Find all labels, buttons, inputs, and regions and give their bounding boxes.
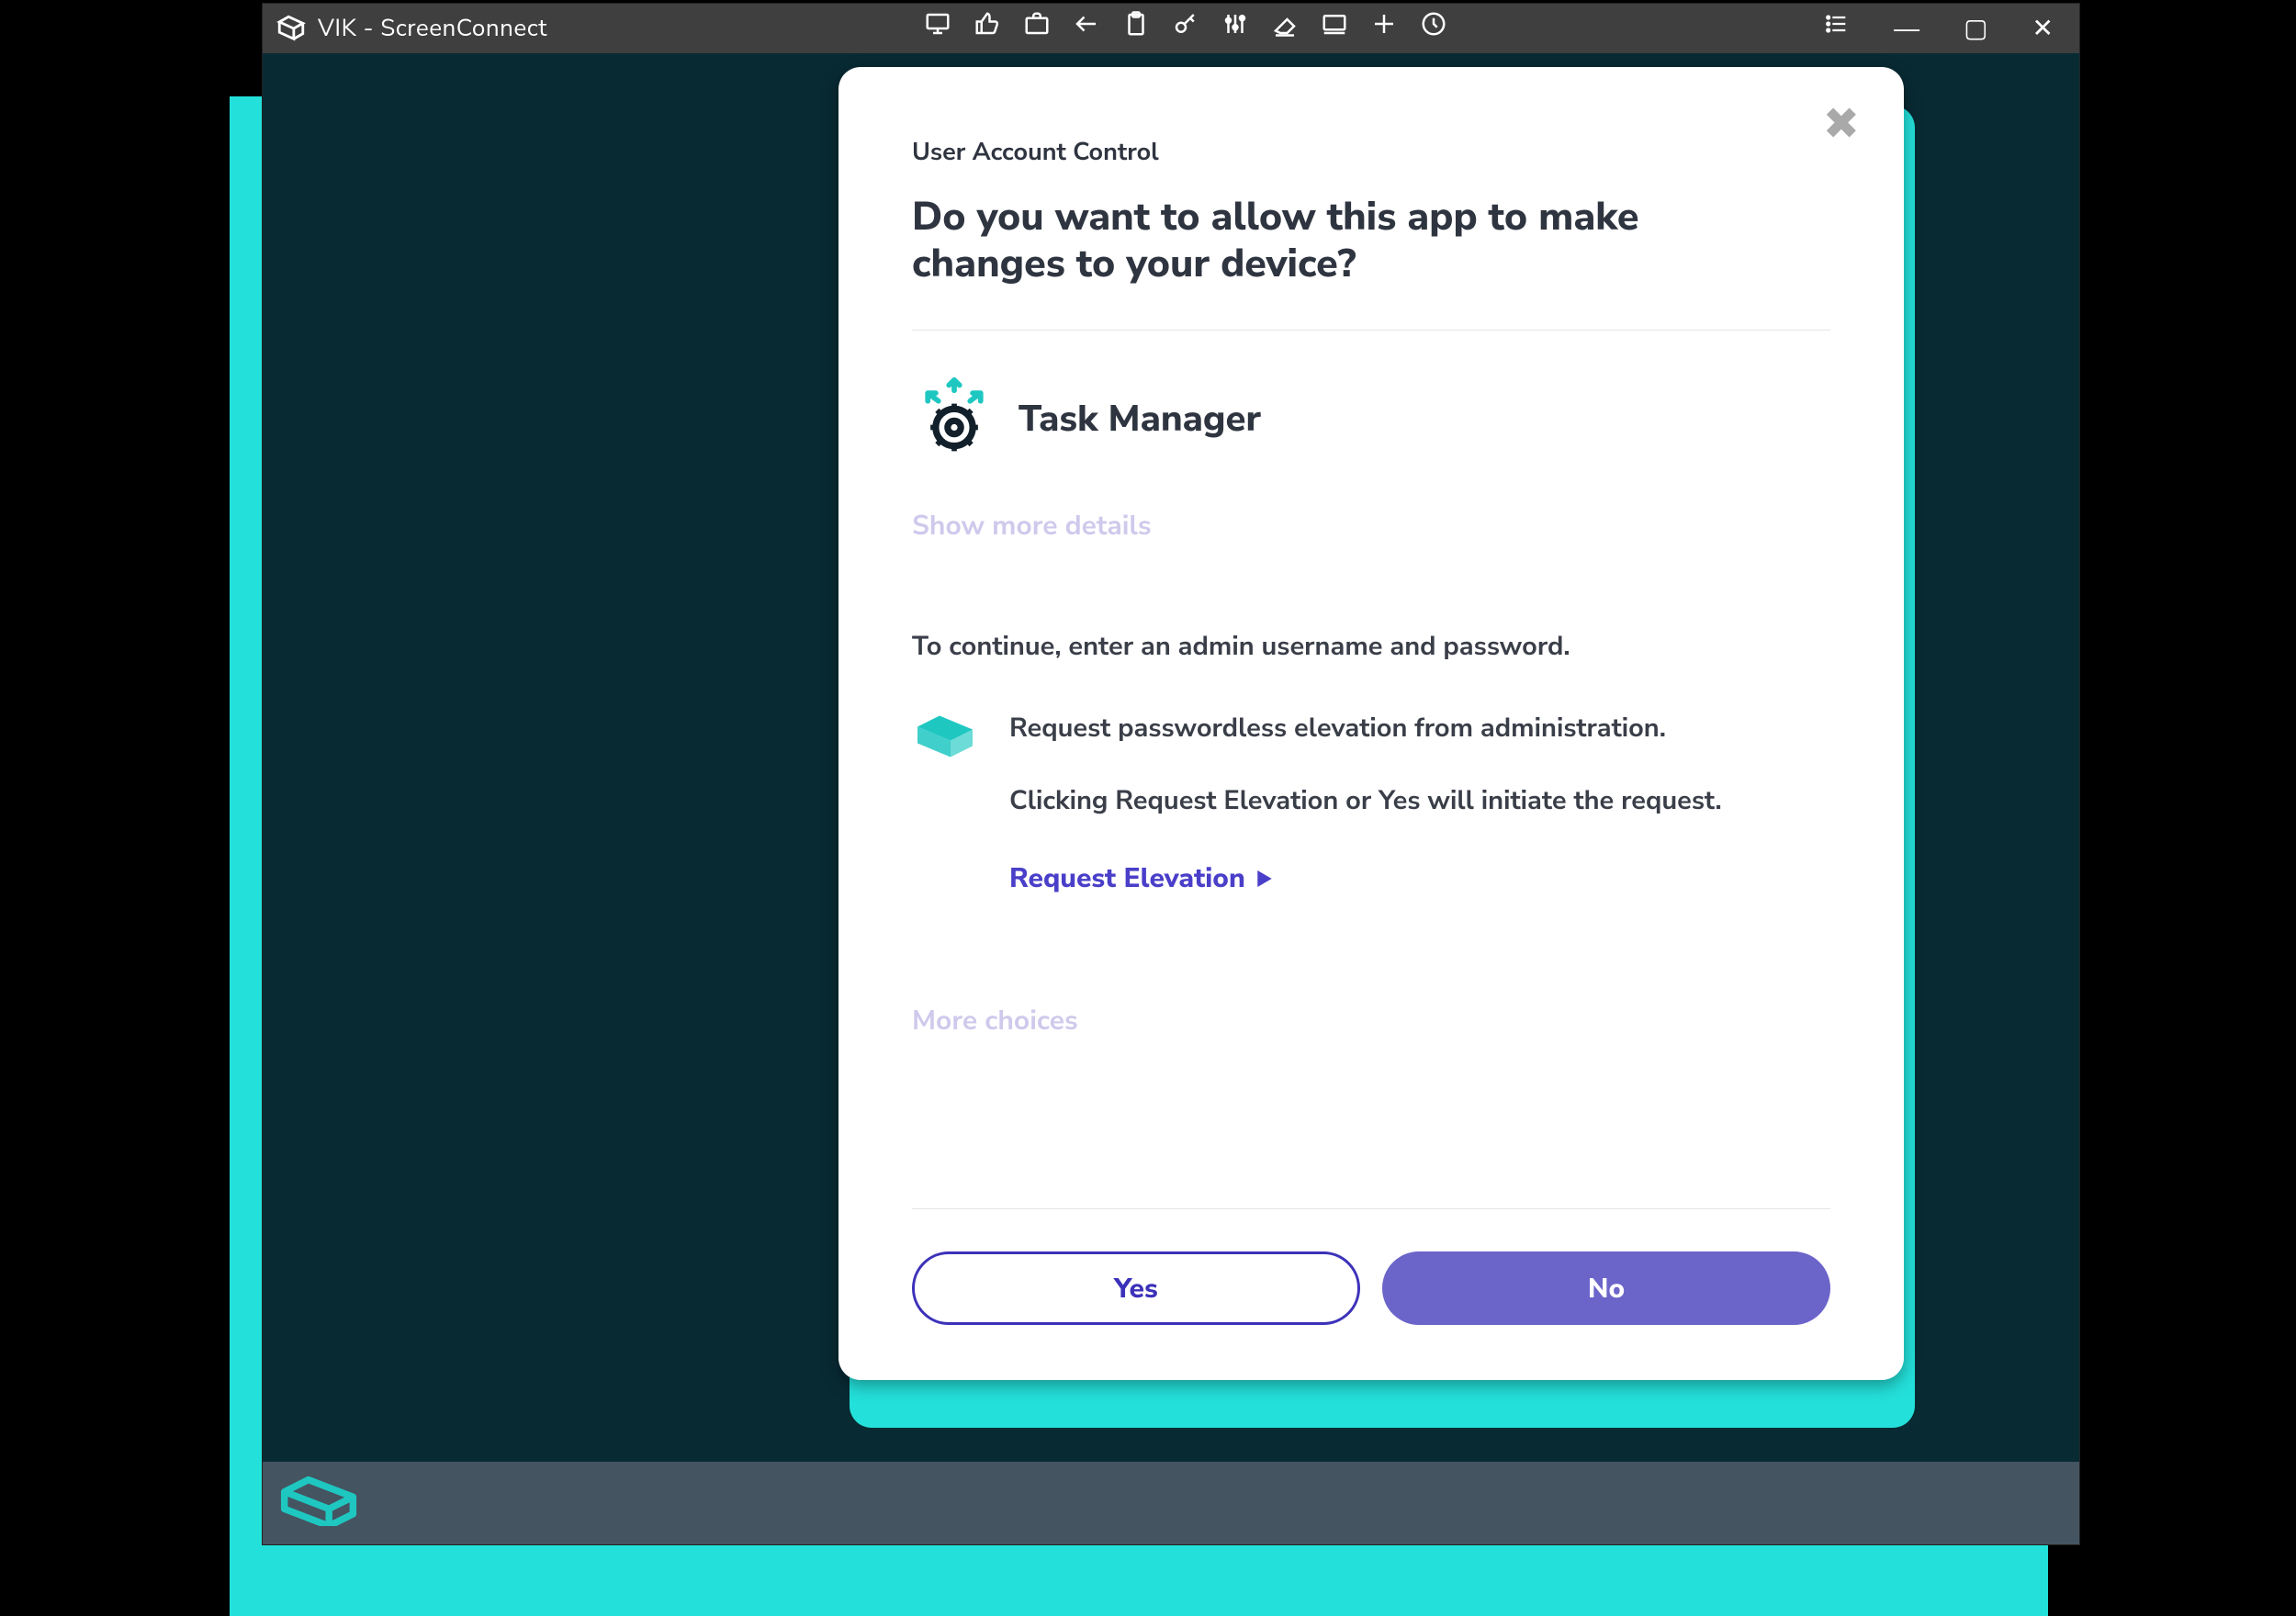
clipboard-icon[interactable] [1122, 10, 1150, 47]
key-icon[interactable] [1172, 10, 1199, 47]
clock-icon[interactable] [1420, 10, 1447, 47]
elevation-line-1: Request passwordless elevation from admi… [1009, 709, 1722, 750]
display-icon[interactable] [1321, 10, 1348, 47]
titlebar[interactable]: VIK - ScreenConnect — ▢ ✕ [263, 4, 2079, 53]
briefcase-icon[interactable] [1023, 10, 1051, 47]
eraser-icon[interactable] [1271, 10, 1299, 47]
app-name: Task Manager [1019, 395, 1261, 444]
yes-button[interactable]: Yes [912, 1251, 1360, 1325]
toolbar [558, 10, 1813, 47]
show-more-details-link[interactable]: Show more details [912, 507, 1830, 544]
app-logo-icon [276, 13, 307, 44]
maximize-button[interactable]: ▢ [1964, 16, 1987, 41]
taskbar[interactable] [263, 1462, 2079, 1544]
divider [912, 330, 1830, 331]
app-row: Task Manager [912, 375, 1830, 465]
close-button[interactable]: ✕ [2032, 16, 2054, 41]
uac-dialog: ✖ User Account Control Do you want to al… [838, 67, 1904, 1380]
instruction-text: To continue, enter an admin username and… [912, 629, 1830, 665]
task-manager-icon [912, 375, 996, 465]
minimize-button[interactable]: — [1894, 16, 1919, 41]
no-button[interactable]: No [1382, 1251, 1830, 1325]
plus-icon[interactable] [1370, 10, 1398, 47]
more-choices-link[interactable]: More choices [912, 1002, 1830, 1039]
sliders-icon[interactable] [1221, 10, 1249, 47]
screenconnect-brand-icon [912, 709, 978, 901]
thumb-up-icon[interactable] [974, 10, 1001, 47]
arrow-left-icon[interactable] [1073, 10, 1100, 47]
dialog-headline: Do you want to allow this app to make ch… [912, 195, 1665, 287]
request-elevation-link[interactable]: Request Elevation [1009, 858, 1273, 901]
request-elevation-label: Request Elevation [1009, 858, 1245, 901]
list-icon[interactable] [1824, 11, 1850, 46]
window-title: VIK - ScreenConnect [318, 13, 547, 45]
elevation-line-2: Clicking Request Elevation or Yes will i… [1009, 781, 1722, 823]
dialog-close-icon[interactable]: ✖ [1823, 102, 1860, 146]
dialog-eyebrow: User Account Control [912, 135, 1830, 169]
taskbar-app-icon[interactable] [277, 1475, 360, 1532]
play-triangle-icon [1256, 858, 1273, 901]
window-controls: — ▢ ✕ [1894, 16, 2070, 41]
elevation-block: Request passwordless elevation from admi… [912, 709, 1830, 901]
monitor-icon[interactable] [924, 10, 951, 47]
dialog-button-row: Yes No [912, 1208, 1830, 1325]
